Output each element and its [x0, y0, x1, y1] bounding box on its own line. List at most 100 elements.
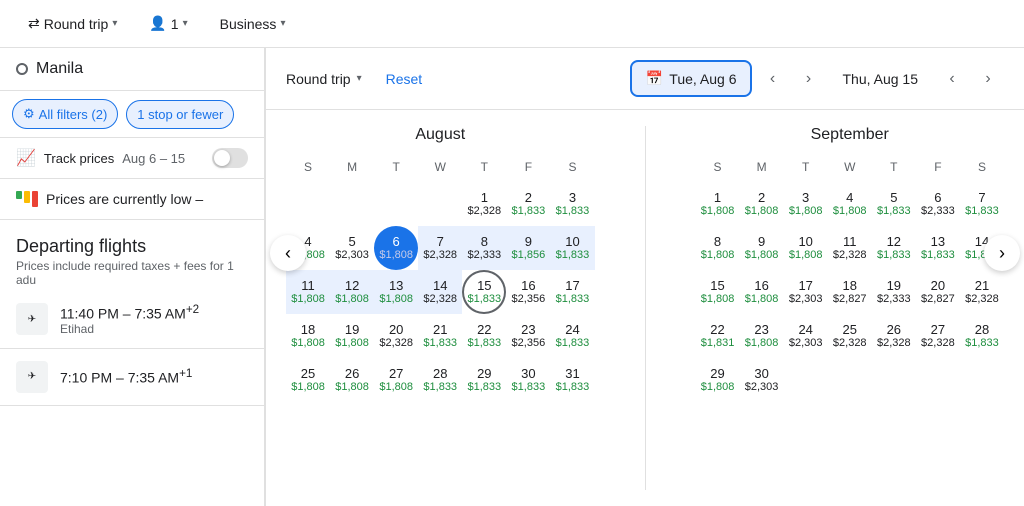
date-to-button[interactable]: Thu, Aug 15: [828, 63, 932, 95]
day-cell[interactable]: 5$2,303: [330, 226, 374, 270]
day-cell[interactable]: 28$1,833: [418, 358, 462, 402]
day-cell[interactable]: 17$2,303: [784, 270, 828, 314]
price-bar-high: [32, 191, 38, 207]
day-cell[interactable]: 30$1,833: [506, 358, 550, 402]
day-cell[interactable]: 11$1,808: [286, 270, 330, 314]
day-cell[interactable]: 4$1,808: [828, 182, 872, 226]
day-cell[interactable]: 6$2,333: [916, 182, 960, 226]
day-cell[interactable]: 19$1,808: [330, 314, 374, 358]
day-cell[interactable]: 16$2,356: [506, 270, 550, 314]
day-number: 21: [433, 322, 447, 338]
day-cell[interactable]: 7$2,328: [418, 226, 462, 270]
reset-button[interactable]: Reset: [386, 71, 423, 87]
day-number: 31: [565, 366, 579, 382]
day-cell[interactable]: 22$1,831: [696, 314, 740, 358]
day-cell[interactable]: 27$2,328: [916, 314, 960, 358]
day-cell[interactable]: 3$1,808: [784, 182, 828, 226]
calendar-next-button[interactable]: ›: [984, 235, 1020, 271]
day-cell[interactable]: 26$2,328: [872, 314, 916, 358]
day-cell[interactable]: 3$1,833: [550, 182, 594, 226]
day-price: $1,833: [965, 337, 999, 350]
day-number: 26: [345, 366, 359, 382]
day-cell[interactable]: 12$1,833: [872, 226, 916, 270]
day-cell[interactable]: 15$1,833: [462, 270, 506, 314]
day-cell[interactable]: 2$1,808: [740, 182, 784, 226]
flight-time-2: 7:10 PM – 7:35 AM+1: [60, 367, 248, 386]
day-cell[interactable]: 19$2,333: [872, 270, 916, 314]
day-price: $1,833: [423, 381, 457, 394]
day-cell[interactable]: 23$1,808: [740, 314, 784, 358]
day-cell[interactable]: 23$2,356: [506, 314, 550, 358]
day-cell[interactable]: 14$2,328: [418, 270, 462, 314]
day-cell[interactable]: 7$1,833: [960, 182, 1004, 226]
date-from-next[interactable]: ›: [792, 63, 824, 95]
day-cell[interactable]: 24$1,833: [550, 314, 594, 358]
day-cell[interactable]: 18$1,808: [286, 314, 330, 358]
flight-item-2[interactable]: ✈ 7:10 PM – 7:35 AM+1: [0, 349, 264, 406]
day-cell[interactable]: 9$1,808: [740, 226, 784, 270]
cabin-button[interactable]: Business ▾: [208, 10, 298, 38]
day-cell[interactable]: 31$1,833: [550, 358, 594, 402]
day-number: 15: [477, 278, 491, 294]
date-from-button[interactable]: 📅 Tue, Aug 6: [630, 60, 753, 97]
day-cell[interactable]: 26$1,808: [330, 358, 374, 402]
day-cell[interactable]: 1$1,808: [696, 182, 740, 226]
day-number: 30: [754, 366, 768, 382]
all-filters-button[interactable]: ⚙ All filters (2): [12, 99, 118, 129]
day-cell[interactable]: 12$1,808: [330, 270, 374, 314]
day-price: $1,808: [379, 293, 413, 306]
flight-item-1[interactable]: ✈ 11:40 PM – 7:35 AM+2 Etihad: [0, 291, 264, 349]
day-cell[interactable]: 8$1,808: [696, 226, 740, 270]
day-cell[interactable]: 16$1,808: [740, 270, 784, 314]
day-cell[interactable]: 27$1,808: [374, 358, 418, 402]
weekday-header: M: [330, 156, 374, 178]
calendar-prev-button[interactable]: ‹: [270, 235, 306, 271]
airline-logo-1: ✈: [16, 303, 48, 335]
day-cell[interactable]: 2$1,833: [506, 182, 550, 226]
date-to-next[interactable]: ›: [972, 63, 1004, 95]
day-cell[interactable]: 8$2,333: [462, 226, 506, 270]
day-cell[interactable]: 13$1,808: [374, 270, 418, 314]
day-cell[interactable]: 29$1,833: [462, 358, 506, 402]
stop-filter-button[interactable]: 1 stop or fewer: [126, 100, 234, 129]
day-cell[interactable]: 9$1,856: [506, 226, 550, 270]
cal-trip-type-label: Round trip: [286, 71, 351, 87]
cabin-label: Business: [220, 16, 277, 32]
day-cell[interactable]: 29$1,808: [696, 358, 740, 402]
track-prices-toggle[interactable]: [212, 148, 248, 168]
trip-type-button[interactable]: ⇄ Round trip ▾: [16, 9, 129, 38]
day-cell[interactable]: 18$2,827: [828, 270, 872, 314]
day-cell[interactable]: 25$2,328: [828, 314, 872, 358]
day-cell[interactable]: 21$1,833: [418, 314, 462, 358]
day-price: $1,808: [335, 337, 369, 350]
day-cell[interactable]: 1$2,328: [462, 182, 506, 226]
date-to-prev[interactable]: ‹: [936, 63, 968, 95]
day-cell[interactable]: 20$2,328: [374, 314, 418, 358]
day-cell[interactable]: 13$1,833: [916, 226, 960, 270]
day-cell[interactable]: 11$2,328: [828, 226, 872, 270]
day-cell[interactable]: 15$1,808: [696, 270, 740, 314]
day-cell[interactable]: 6$1,808: [374, 226, 418, 270]
day-cell[interactable]: 22$1,833: [462, 314, 506, 358]
day-cell[interactable]: 17$1,833: [550, 270, 594, 314]
cal-trip-selector[interactable]: Round trip ▾: [286, 71, 362, 87]
trip-type-arrows: ⇄: [28, 15, 40, 32]
day-number: 17: [565, 278, 579, 294]
day-price: $2,328: [423, 293, 457, 306]
day-cell[interactable]: 28$1,833: [960, 314, 1004, 358]
day-number: 10: [798, 234, 812, 250]
day-cell[interactable]: 20$2,827: [916, 270, 960, 314]
day-cell[interactable]: 24$2,303: [784, 314, 828, 358]
passengers-button[interactable]: 👤 1 ▾: [137, 9, 199, 38]
day-price: $2,827: [833, 293, 867, 306]
day-number: 16: [754, 278, 768, 294]
day-cell[interactable]: 30$2,303: [740, 358, 784, 402]
day-cell[interactable]: 10$1,808: [784, 226, 828, 270]
day-cell[interactable]: 5$1,833: [872, 182, 916, 226]
cabin-chevron: ▾: [280, 18, 285, 29]
day-cell[interactable]: 25$1,808: [286, 358, 330, 402]
day-price: $2,328: [833, 249, 867, 262]
day-cell[interactable]: 21$2,328: [960, 270, 1004, 314]
day-cell[interactable]: 10$1,833: [550, 226, 594, 270]
date-from-prev[interactable]: ‹: [756, 63, 788, 95]
